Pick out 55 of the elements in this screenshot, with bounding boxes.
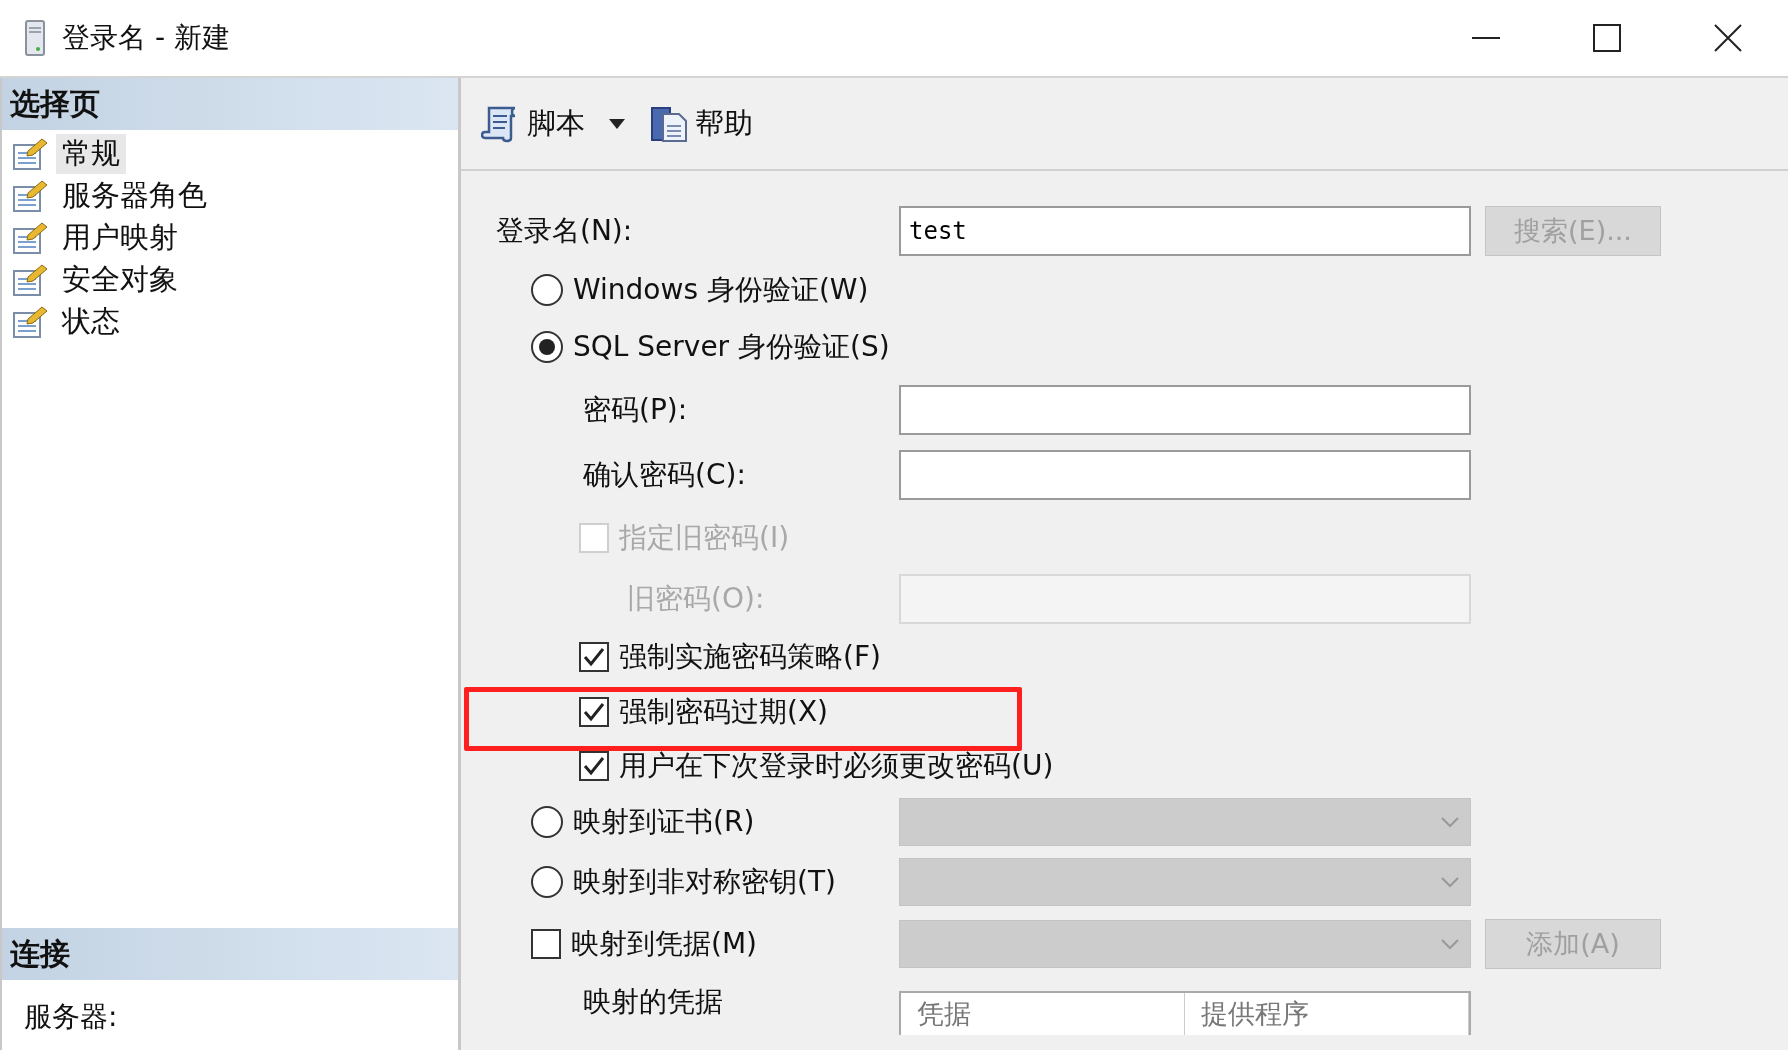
checkmark-icon <box>583 755 605 776</box>
field-label: 密码(P): <box>583 391 688 428</box>
checkbox[interactable] <box>579 642 609 672</box>
sidebar-item[interactable]: 常规 <box>2 133 458 175</box>
checkbox-label: 强制密码过期(X) <box>619 694 829 730</box>
chevron-down-icon <box>1440 815 1460 828</box>
sidebar-item[interactable]: 服务器角色 <box>2 175 458 217</box>
input-field[interactable] <box>899 384 1471 435</box>
radio-label: SQL Server 身份验证(S) <box>573 329 890 365</box>
page-icon <box>12 263 48 297</box>
pane-header: 连接 <box>2 928 458 980</box>
item-label: 常规 <box>56 134 126 174</box>
checkmark-icon <box>583 702 605 722</box>
input-field[interactable] <box>899 450 1471 500</box>
chevron-down-icon <box>1440 938 1460 950</box>
close-icon[interactable] <box>1713 24 1742 52</box>
field-label: 映射的凭据 <box>583 984 723 1020</box>
item-label: 用户映射 <box>61 219 179 256</box>
maximize-icon[interactable] <box>1592 24 1621 52</box>
page-icon <box>12 305 48 339</box>
page-icon <box>12 179 48 213</box>
item-label: 安全对象 <box>61 261 179 298</box>
checkbox-label: 指定旧密码(I) <box>619 520 790 556</box>
sidebar-item[interactable]: 状态 <box>2 301 458 343</box>
checkbox-label: 用户在下次登录时必须更改密码(U) <box>619 747 1054 784</box>
window-title: 登录名 - 新建 <box>62 20 231 56</box>
pane-header: 选择页 <box>2 78 458 130</box>
checkmark-icon <box>583 647 605 667</box>
chevron-down-icon <box>1440 876 1460 888</box>
column-header: 凭据 <box>901 993 1185 1035</box>
page-icon <box>12 137 48 171</box>
checkbox-label: 映射到凭据(M) <box>571 926 757 962</box>
radio-button[interactable] <box>531 331 563 363</box>
sidebar-item[interactable]: 安全对象 <box>2 259 458 301</box>
item-label: 服务器角色 <box>61 177 208 214</box>
radio-label: 映射到非对称密钥(T) <box>573 864 836 900</box>
connection-label: 服务器: <box>23 999 119 1035</box>
field-label: 旧密码(O): <box>627 581 765 617</box>
toolbar-button[interactable]: 帮助 <box>649 95 753 152</box>
page-icon <box>12 221 48 255</box>
radio-button[interactable] <box>531 273 563 306</box>
checkbox[interactable] <box>579 750 609 781</box>
item-label: 状态 <box>60 303 121 340</box>
field-label: 确认密码(C): <box>583 457 746 493</box>
column-header: 提供程序 <box>1185 993 1469 1035</box>
minimize-icon[interactable] <box>1471 37 1500 39</box>
toolbar-button[interactable]: 脚本 <box>481 95 585 152</box>
radio-label: 映射到证书(R) <box>573 803 755 840</box>
radio-label: Windows 身份验证(W) <box>573 271 869 308</box>
checkbox[interactable] <box>579 697 609 727</box>
server-icon <box>24 19 46 57</box>
checkbox-label: 强制实施密码策略(F) <box>619 639 881 675</box>
field-label: 登录名(N): <box>496 213 633 249</box>
input-field[interactable]: test <box>899 206 1471 256</box>
sidebar-item[interactable]: 用户映射 <box>2 217 458 259</box>
